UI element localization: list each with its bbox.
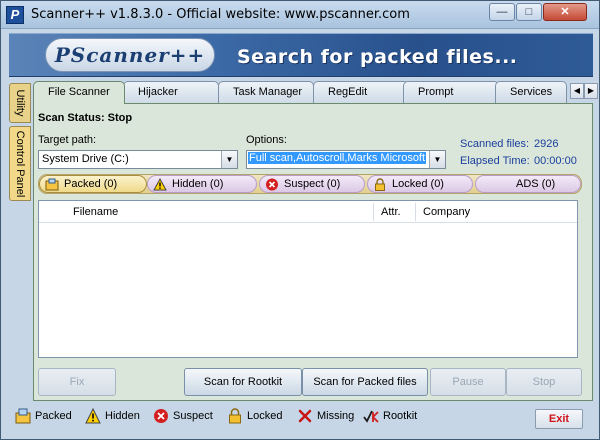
options-select[interactable]: Full scan,Autoscroll,Marks Microsoft ▼ bbox=[246, 150, 446, 169]
filter-suspect-label: Suspect (0) bbox=[284, 178, 341, 190]
missing-icon bbox=[298, 409, 312, 423]
results-table-header: Filename Attr. Company bbox=[39, 201, 577, 223]
side-tab-control-panel[interactable]: Control Panel bbox=[9, 126, 31, 201]
legend-packed-label: Packed bbox=[35, 410, 72, 422]
target-path-select[interactable]: System Drive (C:) ▼ bbox=[38, 150, 238, 169]
elapsed-time-value: 00:00:00 bbox=[534, 155, 577, 167]
file-scanner-panel: Scan Status: Stop Target path: System Dr… bbox=[33, 103, 593, 401]
chevron-down-icon[interactable]: ▼ bbox=[429, 151, 445, 168]
tab-scroll-right-button[interactable]: ▶ bbox=[584, 83, 598, 99]
lock-icon bbox=[375, 178, 385, 191]
tab-file-scanner[interactable]: File Scanner bbox=[33, 81, 125, 104]
filter-packed[interactable]: Packed (0) bbox=[39, 175, 147, 193]
packed-icon bbox=[45, 178, 59, 191]
maximize-button[interactable]: □ bbox=[516, 3, 542, 21]
options-value: Full scan,Autoscroll,Marks Microsoft bbox=[248, 152, 427, 164]
scan-rootkit-button[interactable]: Scan for Rootkit bbox=[184, 368, 302, 396]
tab-strip: Hijacker Task Manager RegEdit Prompt Ser… bbox=[33, 81, 598, 104]
filter-bar: Packed (0) Hidden (0) Suspect (0) Locked… bbox=[38, 174, 582, 194]
stop-button[interactable]: Stop bbox=[506, 368, 582, 396]
packed-icon bbox=[15, 408, 31, 424]
legend-rootkit-label: Rootkit bbox=[383, 410, 418, 422]
app-logo: PScanner++ bbox=[45, 38, 215, 72]
app-window: P Scanner++ v1.8.3.0 - Official website:… bbox=[0, 0, 600, 440]
tab-services[interactable]: Services bbox=[495, 81, 567, 103]
filter-packed-label: Packed (0) bbox=[64, 178, 118, 190]
column-divider[interactable] bbox=[373, 203, 374, 221]
target-path-value: System Drive (C:) bbox=[42, 153, 129, 165]
rootkit-icon bbox=[363, 410, 379, 423]
header-banner: PScanner++ Search for packed files... bbox=[9, 33, 593, 77]
close-button[interactable]: ✕ bbox=[543, 3, 587, 21]
exit-button[interactable]: Exit bbox=[535, 409, 583, 429]
filter-ads[interactable]: ADS (0) bbox=[475, 175, 581, 193]
scanned-files-label: Scanned files: bbox=[460, 138, 530, 150]
app-icon[interactable]: P bbox=[6, 6, 24, 24]
filter-suspect[interactable]: Suspect (0) bbox=[259, 175, 365, 193]
target-path-label: Target path: bbox=[38, 134, 97, 146]
tab-scroll-left-button[interactable]: ◀ bbox=[570, 83, 584, 99]
suspect-icon bbox=[266, 178, 278, 191]
side-tab-control-panel-label: Control Panel bbox=[14, 130, 26, 197]
side-tab-utility-label: Utility bbox=[14, 89, 26, 117]
action-button-bar: Fix Scan for Rootkit Scan for Packed fil… bbox=[38, 368, 586, 396]
filter-hidden[interactable]: Hidden (0) bbox=[147, 175, 257, 193]
side-tab-utility[interactable]: Utility bbox=[9, 83, 31, 123]
legend: Packed Hidden Suspect Locked Missing Roo… bbox=[15, 407, 435, 427]
column-header-company[interactable]: Company bbox=[423, 206, 470, 218]
lock-icon bbox=[229, 408, 241, 424]
tab-prompt[interactable]: Prompt bbox=[403, 81, 499, 103]
legend-locked-label: Locked bbox=[247, 410, 283, 422]
options-label: Options: bbox=[246, 134, 287, 146]
suspect-icon bbox=[154, 409, 168, 423]
window-title: Scanner++ v1.8.3.0 - Official website: w… bbox=[31, 7, 410, 22]
legend-missing-label: Missing bbox=[317, 410, 355, 422]
warning-icon bbox=[85, 408, 101, 424]
app-logo-text: PScanner++ bbox=[54, 43, 206, 67]
scanned-files-value: 2926 bbox=[534, 138, 559, 150]
scan-status: Scan Status: Stop bbox=[38, 112, 133, 124]
column-divider[interactable] bbox=[415, 203, 416, 221]
warning-icon bbox=[153, 178, 167, 191]
elapsed-time-label: Elapsed Time: bbox=[460, 155, 530, 167]
pause-button[interactable]: Pause bbox=[430, 368, 506, 396]
banner-slogan: Search for packed files... bbox=[237, 46, 518, 68]
filter-locked-label: Locked (0) bbox=[392, 178, 444, 190]
chevron-down-icon[interactable]: ▼ bbox=[221, 151, 237, 168]
tab-task-manager[interactable]: Task Manager bbox=[218, 81, 314, 103]
fix-button[interactable]: Fix bbox=[38, 368, 116, 396]
filter-locked[interactable]: Locked (0) bbox=[367, 175, 473, 193]
scan-packed-files-button[interactable]: Scan for Packed files bbox=[302, 368, 428, 396]
legend-suspect-label: Suspect bbox=[173, 410, 213, 422]
column-header-filename[interactable]: Filename bbox=[73, 206, 118, 218]
legend-hidden-label: Hidden bbox=[105, 410, 140, 422]
column-header-attr[interactable]: Attr. bbox=[381, 206, 401, 218]
tab-hijacker[interactable]: Hijacker bbox=[123, 81, 219, 103]
tab-regedit[interactable]: RegEdit bbox=[313, 81, 409, 103]
minimize-button[interactable]: — bbox=[489, 3, 515, 21]
filter-ads-label: ADS (0) bbox=[516, 178, 556, 190]
title-bar[interactable]: P Scanner++ v1.8.3.0 - Official website:… bbox=[1, 1, 599, 29]
filter-hidden-label: Hidden (0) bbox=[172, 178, 224, 190]
results-table[interactable]: Filename Attr. Company bbox=[38, 200, 578, 358]
